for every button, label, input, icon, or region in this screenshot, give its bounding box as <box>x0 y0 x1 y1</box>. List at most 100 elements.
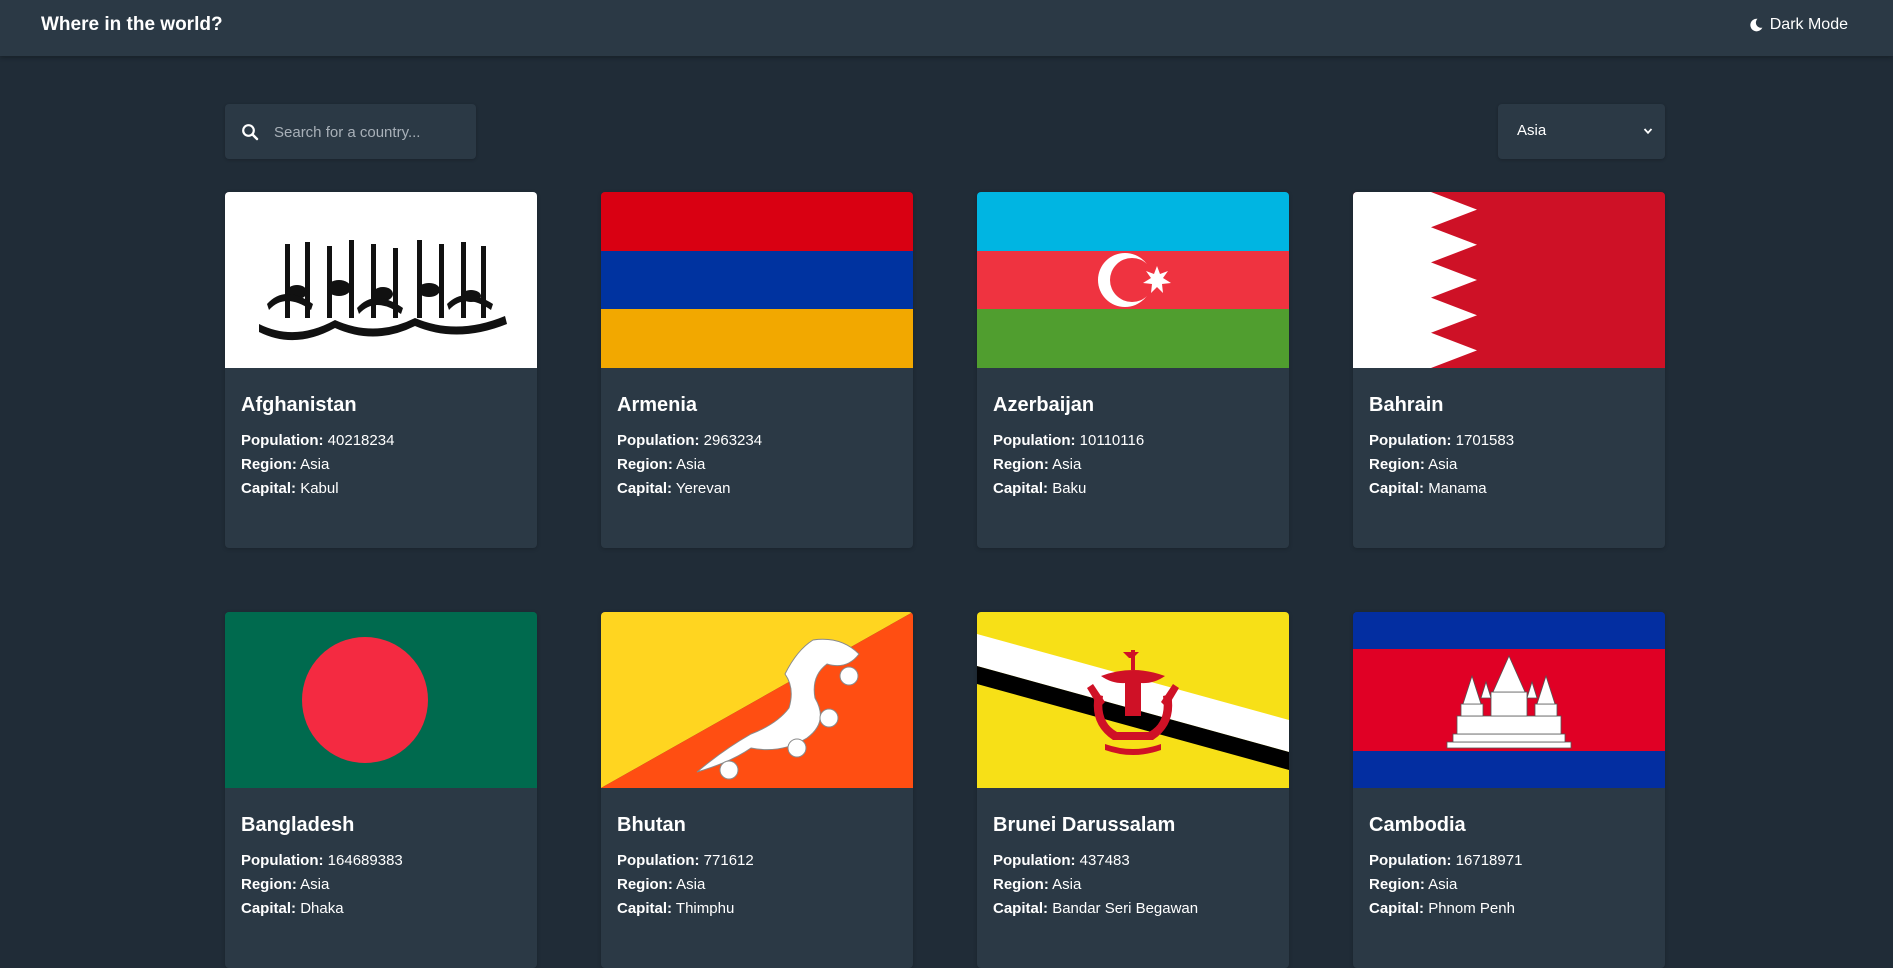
population-label: Population: <box>617 432 700 449</box>
region-row: Region: Asia <box>241 876 329 893</box>
country-name: Cambodia <box>1369 814 1466 836</box>
chevron-down-icon <box>1643 128 1653 135</box>
region-label: Region: <box>241 876 297 893</box>
capital-row: Capital: Yerevan <box>617 480 730 497</box>
region-label: Region: <box>617 876 673 893</box>
search-icon <box>242 124 259 141</box>
country-name: Bahrain <box>1369 394 1444 416</box>
region-row: Region: Asia <box>993 456 1081 473</box>
capital-value: Kabul <box>300 480 339 497</box>
population-value: 2963234 <box>703 432 763 449</box>
country-name: Afghanistan <box>241 394 357 416</box>
flag-brunei <box>977 612 1289 788</box>
population-label: Population: <box>1369 852 1452 869</box>
region-filter-select[interactable]: Asia <box>1498 104 1665 159</box>
population-value: 10110116 <box>1079 432 1145 449</box>
capital-value: Baku <box>1052 480 1087 497</box>
population-label: Population: <box>241 852 324 869</box>
country-card-bahrain[interactable]: Bahrain Population: 1701583 Region: Asia… <box>1353 192 1665 548</box>
capital-value: Bandar Seri Begawan <box>1052 900 1199 917</box>
flag-afghanistan <box>225 192 537 368</box>
flag-armenia <box>601 192 913 368</box>
population-row: Population: 40218234 <box>241 432 394 449</box>
region-row: Region: Asia <box>617 876 705 893</box>
capital-label: Capital: <box>241 480 297 497</box>
capital-row: Capital: Thimphu <box>617 900 734 917</box>
population-label: Population: <box>241 432 324 449</box>
moon-icon <box>1750 18 1763 32</box>
region-row: Region: Asia <box>241 456 329 473</box>
capital-label: Capital: <box>241 900 297 917</box>
country-card-bhutan[interactable]: Bhutan Population: 771612 Region: Asia C… <box>601 612 913 968</box>
country-card-azerbaijan[interactable]: Azerbaijan Population: 10110116 Region: … <box>977 192 1289 548</box>
region-value: Asia <box>1052 456 1082 473</box>
flag-bangladesh <box>225 612 537 788</box>
population-value: 40218234 <box>327 432 395 449</box>
country-name: Armenia <box>617 394 698 416</box>
country-name: Bangladesh <box>241 814 355 836</box>
region-value: Asia <box>1428 456 1458 473</box>
top-bar: Where in the world? Dark Mode <box>0 0 1893 56</box>
dark-mode-toggle[interactable]: Dark Mode <box>1750 14 1848 36</box>
region-value: Asia <box>676 876 706 893</box>
dark-mode-label: Dark Mode <box>1769 16 1848 33</box>
region-label: Region: <box>617 456 673 473</box>
population-row: Population: 2963234 <box>617 432 762 449</box>
region-label: Region: <box>1369 456 1425 473</box>
region-value: Asia <box>300 456 330 473</box>
region-value: Asia <box>300 876 330 893</box>
region-label: Region: <box>993 876 1049 893</box>
capital-label: Capital: <box>1369 900 1425 917</box>
capital-label: Capital: <box>617 480 673 497</box>
population-row: Population: 164689383 <box>241 852 403 869</box>
app-title: Where in the world? <box>41 14 223 35</box>
country-name: Bhutan <box>617 814 686 836</box>
population-value: 1701583 <box>1455 432 1515 449</box>
search-box[interactable] <box>225 104 476 161</box>
population-label: Population: <box>993 432 1076 449</box>
capital-row: Capital: Dhaka <box>241 900 344 917</box>
population-row: Population: 771612 <box>617 852 754 869</box>
population-row: Population: 16718971 <box>1369 852 1522 869</box>
population-label: Population: <box>617 852 700 869</box>
capital-value: Manama <box>1428 480 1487 497</box>
country-card-brunei[interactable]: Brunei Darussalam Population: 437483 Reg… <box>977 612 1289 968</box>
region-row: Region: Asia <box>1369 876 1457 893</box>
population-label: Population: <box>993 852 1076 869</box>
country-card-cambodia[interactable]: Cambodia Population: 16718971 Region: As… <box>1353 612 1665 968</box>
region-label: Region: <box>241 456 297 473</box>
region-row: Region: Asia <box>993 876 1081 893</box>
region-label: Region: <box>1369 876 1425 893</box>
country-name: Azerbaijan <box>993 394 1095 416</box>
region-row: Region: Asia <box>617 456 705 473</box>
population-value: 437483 <box>1079 852 1130 869</box>
flag-azerbaijan <box>977 192 1289 368</box>
population-value: 16718971 <box>1455 852 1523 869</box>
capital-label: Capital: <box>617 900 673 917</box>
population-label: Population: <box>1369 432 1452 449</box>
capital-label: Capital: <box>993 900 1049 917</box>
region-value: Asia <box>1052 876 1082 893</box>
capital-value: Yerevan <box>675 480 731 497</box>
capital-label: Capital: <box>993 480 1049 497</box>
population-row: Population: 1701583 <box>1369 432 1514 449</box>
country-card-afghanistan[interactable]: Afghanistan Population: 40218234 Region:… <box>225 192 537 548</box>
search-input[interactable] <box>272 104 471 161</box>
capital-row: Capital: Manama <box>1369 480 1487 497</box>
capital-row: Capital: Bandar Seri Begawan <box>993 900 1198 917</box>
capital-label: Capital: <box>1369 480 1425 497</box>
capital-value: Dhaka <box>300 900 344 917</box>
country-card-armenia[interactable]: Armenia Population: 2963234 Region: Asia… <box>601 192 913 548</box>
region-value: Asia <box>1428 876 1458 893</box>
flag-bahrain <box>1353 192 1665 368</box>
capital-value: Thimphu <box>675 900 735 917</box>
population-value: 164689383 <box>327 852 403 869</box>
population-row: Population: 437483 <box>993 852 1130 869</box>
capital-row: Capital: Baku <box>993 480 1086 497</box>
flag-bhutan <box>601 612 913 788</box>
flag-cambodia <box>1353 612 1665 788</box>
country-card-bangladesh[interactable]: Bangladesh Population: 164689383 Region:… <box>225 612 537 968</box>
population-value: 771612 <box>703 852 754 869</box>
capital-value: Phnom Penh <box>1428 900 1515 917</box>
region-value: Asia <box>676 456 706 473</box>
